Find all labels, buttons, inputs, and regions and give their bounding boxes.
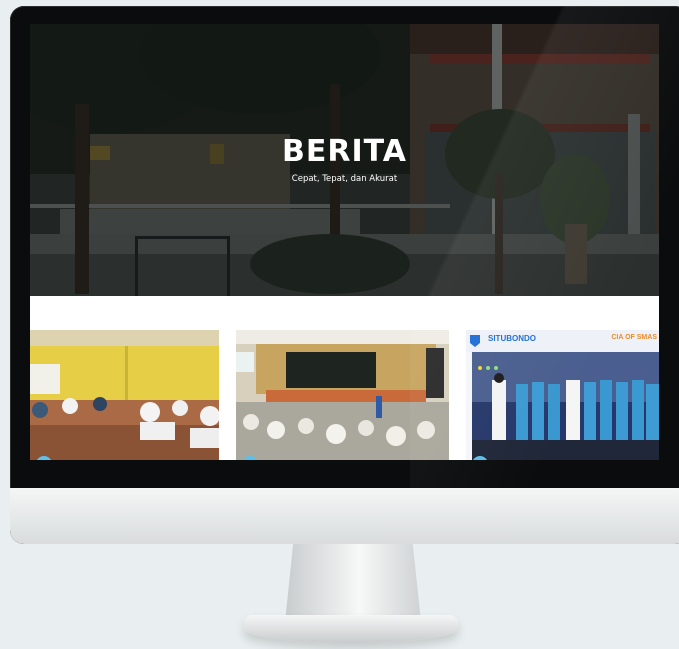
monitor-chin: [10, 488, 679, 544]
page-title: BERITA: [282, 134, 407, 169]
news-card[interactable]: SITUBONDO CIA OF SMAS: [466, 330, 659, 460]
card-brand-text: SITUBONDO: [488, 334, 536, 343]
monitor-stand-base: [244, 615, 458, 643]
news-card[interactable]: [236, 330, 449, 460]
page-subtitle: Cepat, Tepat, dan Akurat: [291, 174, 398, 184]
hero-banner: BERITA Cepat, Tepat, dan Akurat: [30, 24, 659, 296]
news-card[interactable]: [30, 330, 219, 460]
monitor-stand-neck: [285, 544, 421, 622]
card-tag-text: CIA OF SMAS: [611, 334, 657, 341]
monitor-screen: BERITA Cepat, Tepat, dan Akurat SITUBOND…: [30, 24, 659, 460]
news-list: SITUBONDO CIA OF SMAS: [30, 296, 659, 460]
news-card-image: [30, 330, 219, 460]
news-card-image: [466, 330, 659, 460]
news-card-image: [236, 330, 449, 460]
